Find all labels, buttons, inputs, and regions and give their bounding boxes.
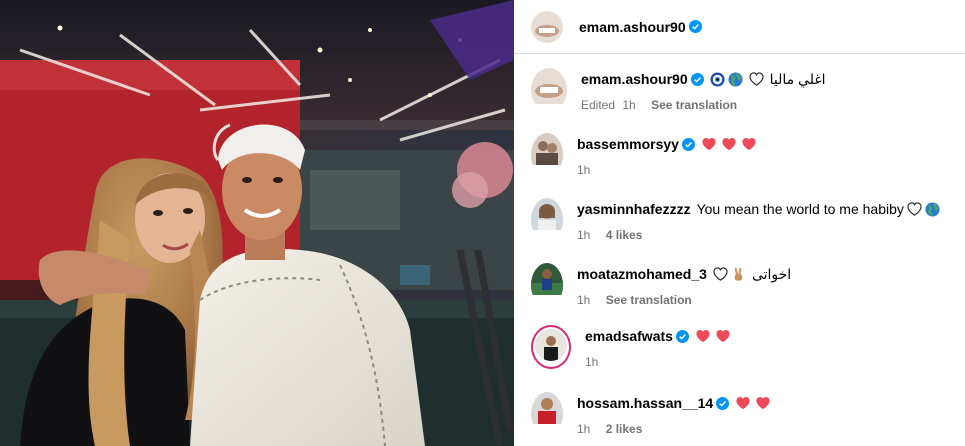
caption-author-avatar[interactable] xyxy=(531,68,567,112)
caption-text: اغلي ماليا xyxy=(769,71,826,87)
comment-item: bassemmorsyy 1h xyxy=(531,133,961,177)
post-side-panel: emam.ashour90 emam.ashour90 اغلي ماليا E… xyxy=(514,0,965,446)
verified-badge-icon xyxy=(675,329,689,343)
commenter-username[interactable]: moatazmohamed_3 xyxy=(577,265,707,283)
comment-time[interactable]: 1h xyxy=(577,422,590,436)
commenter-username[interactable]: yasminnhafezzzz xyxy=(577,200,691,218)
post-photo-illustration xyxy=(0,0,514,446)
red-heart-icon xyxy=(742,137,756,151)
comment-time[interactable]: 1h xyxy=(577,293,590,307)
commenter-avatar[interactable] xyxy=(531,392,563,436)
victory-hand-icon xyxy=(734,267,743,281)
white-heart-icon xyxy=(713,266,728,281)
verified-badge-icon xyxy=(690,72,704,86)
commenter-username[interactable]: bassemmorsyy xyxy=(577,135,679,153)
commenter-avatar[interactable] xyxy=(531,325,571,369)
heart-emojis xyxy=(701,135,757,153)
comment-text: You mean the world to me habiby xyxy=(696,201,904,217)
post-photo[interactable] xyxy=(0,0,514,446)
comment-item: moatazmohamed_3 اخواتى 1h See translatio… xyxy=(531,263,961,307)
red-heart-icon xyxy=(702,137,716,151)
author-avatar[interactable] xyxy=(531,10,563,43)
see-translation-link[interactable]: See translation xyxy=(651,98,737,112)
white-heart-icon xyxy=(748,71,764,86)
heart-emojis xyxy=(695,327,731,345)
verified-badge-icon xyxy=(716,396,730,410)
comment-item: hossam.hassan__14 1h 2 likes xyxy=(531,392,961,436)
commenter-avatar[interactable] xyxy=(531,263,563,307)
commenter-username[interactable]: emadsafwats xyxy=(585,327,673,345)
verified-badge-icon xyxy=(688,20,702,33)
caption-edited-label: Edited xyxy=(581,98,616,112)
commenter-avatar[interactable] xyxy=(531,198,563,242)
comment-item: emadsafwats 1h xyxy=(531,325,961,369)
see-translation-link[interactable]: See translation xyxy=(606,293,692,307)
caption-time[interactable]: 1h xyxy=(622,98,635,112)
red-heart-icon xyxy=(736,396,750,410)
nazar-amulet-icon xyxy=(710,71,725,87)
globe-icon xyxy=(728,71,743,87)
post-header: emam.ashour90 xyxy=(514,0,965,54)
caption-username[interactable]: emam.ashour90 xyxy=(581,70,688,88)
white-heart-icon xyxy=(907,201,922,216)
verified-badge-icon xyxy=(681,137,695,151)
red-heart-icon xyxy=(696,329,710,343)
commenter-username[interactable]: hossam.hassan__14 xyxy=(577,394,713,412)
comment-item: yasminnhafezzzz You mean the world to me… xyxy=(531,198,961,242)
comment-time[interactable]: 1h xyxy=(577,163,590,177)
red-heart-icon xyxy=(716,329,730,343)
comment-likes[interactable]: 2 likes xyxy=(606,422,643,436)
comment-text: اخواتى xyxy=(751,266,792,282)
red-heart-icon xyxy=(756,396,770,410)
comment-likes[interactable]: 4 likes xyxy=(606,228,643,242)
caption: emam.ashour90 اغلي ماليا Edited 1h See t… xyxy=(531,68,961,112)
comment-time[interactable]: 1h xyxy=(585,355,598,369)
commenter-avatar[interactable] xyxy=(531,133,563,177)
comment-time[interactable]: 1h xyxy=(577,228,590,242)
globe-icon xyxy=(925,201,940,217)
red-heart-icon xyxy=(722,137,736,151)
author-username[interactable]: emam.ashour90 xyxy=(579,19,686,35)
heart-emojis xyxy=(735,394,771,412)
